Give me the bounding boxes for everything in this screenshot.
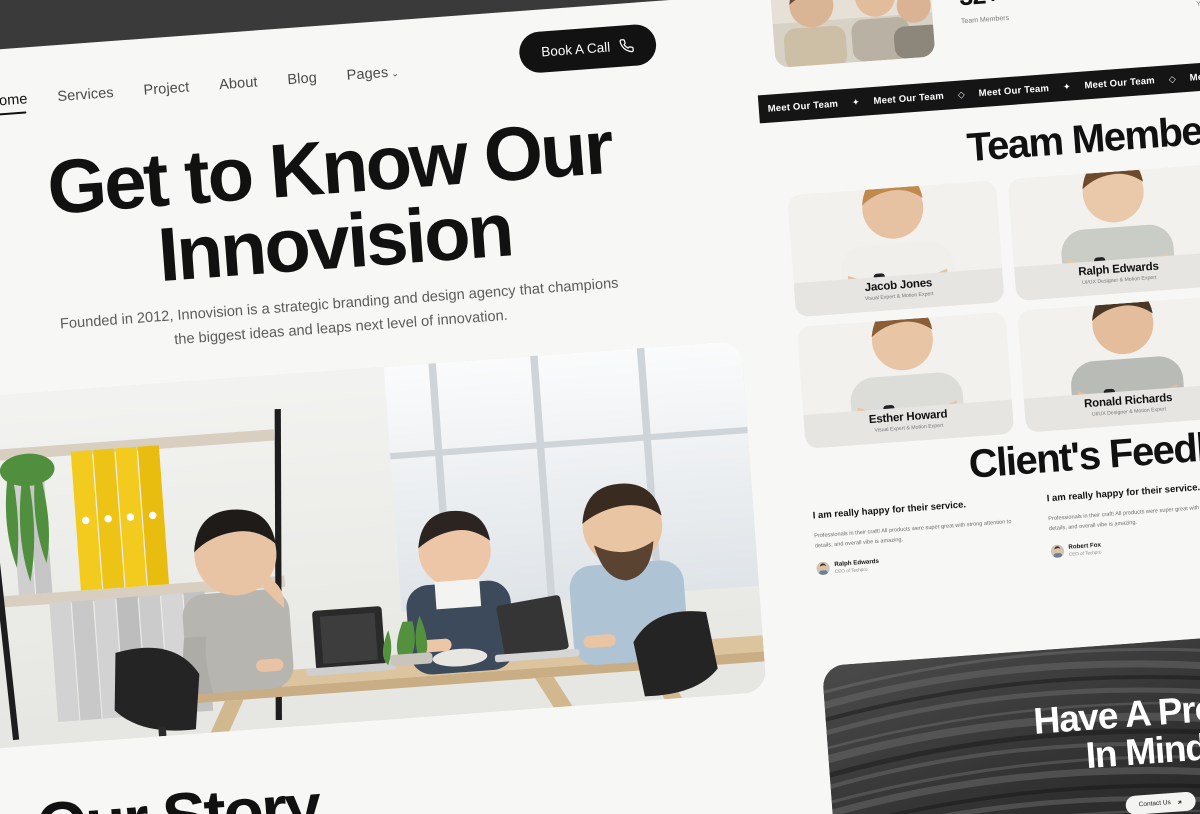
cta-section: Have A Project In Mind? Contact Us bbox=[821, 612, 1200, 814]
feedback-body: Professionals in their craft! All produc… bbox=[814, 518, 1012, 550]
stat-cell-team-members: Project Completed 32+ Team Members bbox=[956, 0, 1200, 70]
phone-icon bbox=[619, 39, 634, 53]
marquee-item: Meet Our Team bbox=[767, 98, 839, 115]
chevron-down-icon: ⌄ bbox=[390, 68, 400, 79]
team-member-card[interactable]: Esther Howard Visual Expert & Motion Expe… bbox=[796, 311, 1014, 449]
sparkle-icon: ✦ bbox=[851, 96, 860, 108]
arrow-up-right-icon bbox=[1178, 800, 1182, 804]
contact-us-label: Contact Us bbox=[1138, 799, 1172, 809]
team-member-card[interactable]: Ralph Edwards UI/UX Designer & Motion Exp… bbox=[1007, 164, 1200, 302]
feedback-card: I am really happy for their service. Prof… bbox=[1040, 475, 1200, 560]
avatar-graphic bbox=[816, 561, 831, 576]
nav-item-blog[interactable]: Blog bbox=[287, 70, 318, 88]
avatar bbox=[816, 561, 831, 576]
marquee-item: Meet Our Team bbox=[978, 82, 1050, 99]
team-member-photo bbox=[1016, 295, 1200, 403]
feedback-author: Robert Fox CEO of Techpro bbox=[1050, 530, 1200, 559]
hero-image bbox=[0, 340, 767, 751]
diamond-icon: ◇ bbox=[957, 88, 966, 100]
nav-item-pages[interactable]: Pages ⌄ bbox=[346, 64, 399, 84]
avatar-graphic bbox=[1050, 544, 1065, 559]
nav-item-services[interactable]: Services bbox=[57, 85, 114, 105]
team-member-portrait bbox=[1016, 295, 1200, 403]
screenshot-stage: Home Services Project About Blog Pages ⌄ … bbox=[0, 0, 1200, 814]
team-members-grid: Jacob Jones Visual Expert & Motion Expert… bbox=[787, 148, 1200, 449]
feedback-card: I am really happy for their service. Prof… bbox=[806, 493, 1033, 578]
marquee-item: Meet Our Team bbox=[1084, 74, 1156, 91]
marquee-item: Meet Our Team bbox=[873, 90, 945, 107]
left-page-panel: Home Services Project About Blog Pages ⌄ … bbox=[0, 0, 824, 814]
stats-photo-graphic bbox=[768, 0, 936, 69]
right-page-panel: Project Completed 32+ Team Members Happy… bbox=[742, 0, 1200, 814]
feedback-author-role: CEO of Techpro bbox=[1068, 549, 1102, 558]
team-member-card[interactable]: Jacob Jones Visual Expert & Motion Expert bbox=[787, 180, 1005, 318]
contact-us-button[interactable]: Contact Us bbox=[1125, 791, 1197, 814]
marquee-item: Meet Our Team bbox=[1189, 67, 1200, 84]
nav-item-about[interactable]: About bbox=[219, 74, 258, 93]
feedback-author: Ralph Edwards CEO of Techpro bbox=[816, 547, 1027, 576]
feedback-headline: I am really happy for their service. bbox=[1046, 482, 1200, 505]
avatar bbox=[1050, 544, 1065, 559]
hero-title: Get to Know Our Innovision bbox=[0, 98, 776, 313]
feedback-body: Professionals in their craft! All produc… bbox=[1048, 502, 1200, 532]
diamond-icon: ◇ bbox=[1168, 73, 1177, 84]
book-a-call-label: Book A Call bbox=[540, 39, 611, 60]
team-member-card[interactable]: Ronald Richards UI/UX Designer & Motion E… bbox=[1016, 295, 1200, 433]
hero-image-graphic bbox=[0, 340, 767, 751]
stat-label-years-experience: Years Of Experience bbox=[1196, 0, 1200, 9]
nav-item-project[interactable]: Project bbox=[143, 79, 190, 98]
stats-photo bbox=[768, 0, 936, 69]
nav-item-pages-label: Pages bbox=[346, 64, 389, 84]
nav-item-home[interactable]: Home bbox=[0, 91, 28, 110]
our-story-title: Our Story bbox=[34, 768, 322, 814]
sparkle-icon: ✦ bbox=[1062, 81, 1071, 92]
